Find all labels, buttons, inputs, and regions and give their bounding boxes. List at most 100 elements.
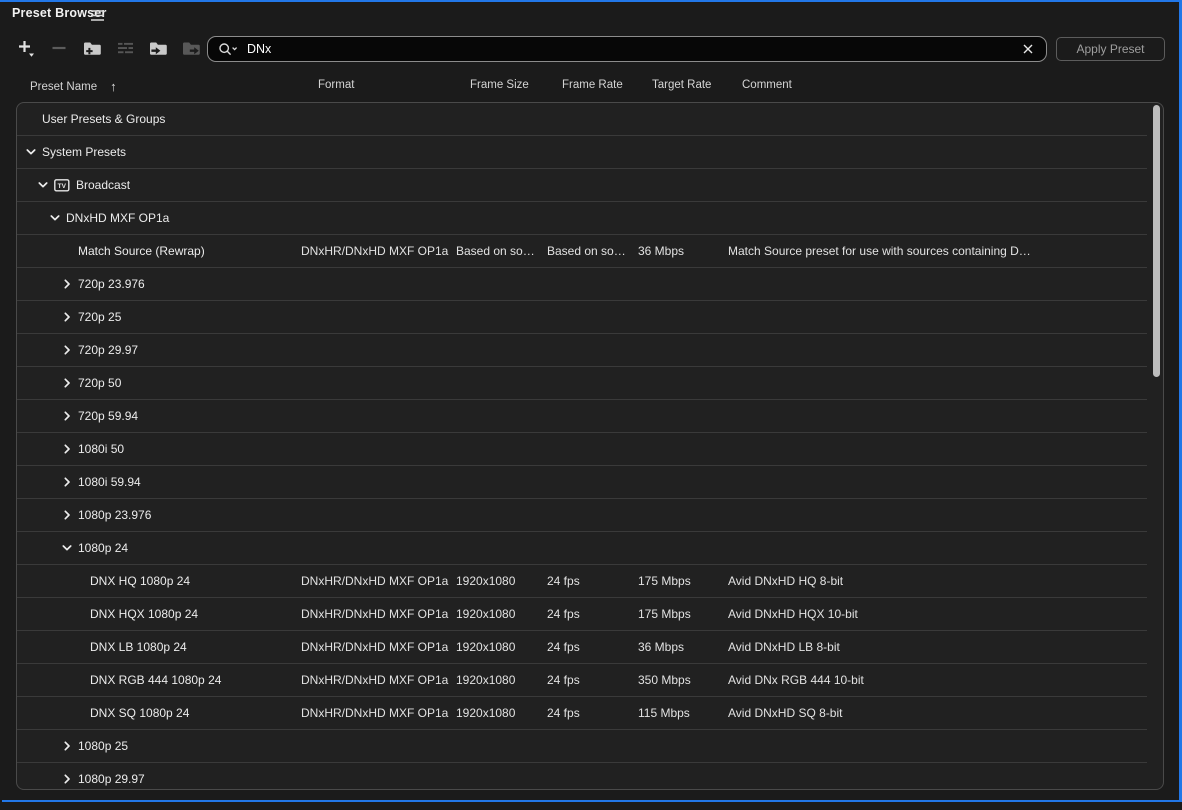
row-label: 1080p 23.976 [78, 508, 151, 522]
cell-target-rate: 175 Mbps [638, 598, 691, 630]
group-row[interactable]: 720p 23.976 [17, 268, 1147, 301]
column-header-format[interactable]: Format [318, 79, 354, 91]
clear-search-icon[interactable] [1020, 41, 1036, 57]
group-row[interactable]: 720p 59.94 [17, 400, 1147, 433]
group-row[interactable]: DNxHD MXF OP1a [17, 202, 1147, 235]
group-row[interactable]: TV Broadcast [17, 169, 1147, 202]
search-field[interactable] [207, 36, 1047, 62]
name-cell: 1080i 50 [17, 433, 1147, 465]
group-row[interactable]: System Presets [17, 136, 1147, 169]
scrollbar-thumb[interactable] [1153, 105, 1160, 377]
search-icon [218, 42, 240, 57]
group-row[interactable]: 1080p 29.97 [17, 763, 1147, 790]
row-label: 1080p 29.97 [78, 772, 145, 786]
name-cell: 1080p 29.97 [17, 763, 1147, 790]
name-cell: 720p 59.94 [17, 400, 1147, 432]
chevron-down-icon[interactable] [25, 146, 37, 158]
add-preset-icon[interactable] [16, 37, 36, 59]
indent-spacer [73, 641, 85, 653]
row-label: 1080i 59.94 [78, 475, 141, 489]
name-cell: DNX HQX 1080p 24 [17, 598, 1147, 630]
row-label: Broadcast [76, 178, 130, 192]
cell-frame-size: 1920x1080 [456, 565, 515, 597]
chevron-down-icon[interactable] [37, 179, 49, 191]
name-cell: DNX LB 1080p 24 [17, 631, 1147, 663]
column-header-frame-size[interactable]: Frame Size [470, 79, 529, 91]
panel-menu-icon[interactable] [90, 9, 106, 22]
preset-tree: User Presets & GroupsSystem Presets TV Bro… [16, 102, 1164, 790]
search-input[interactable] [247, 42, 1020, 56]
preset-row[interactable]: DNX HQ 1080p 24DNxHR/DNxHD MXF OP1a1920x… [17, 565, 1147, 598]
chevron-right-icon[interactable] [61, 773, 73, 785]
cell-frame-rate: 24 fps [547, 697, 580, 729]
group-row[interactable]: 720p 25 [17, 301, 1147, 334]
cell-frame-size: Based on so… [456, 235, 535, 267]
name-cell: 720p 23.976 [17, 268, 1147, 300]
new-preset-group-icon[interactable] [82, 37, 102, 59]
group-row[interactable]: 1080p 25 [17, 730, 1147, 763]
column-header-preset-name[interactable]: Preset Name ↑ [30, 79, 117, 94]
column-header-frame-rate[interactable]: Frame Rate [562, 79, 623, 91]
chevron-right-icon[interactable] [61, 443, 73, 455]
cell-target-rate: 350 Mbps [638, 664, 691, 696]
row-label: 720p 25 [78, 310, 121, 324]
cell-frame-rate: Based on so… [547, 235, 626, 267]
name-cell: DNxHD MXF OP1a [17, 202, 1147, 234]
cell-target-rate: 115 Mbps [638, 697, 690, 729]
column-headers: Preset Name ↑ Format Frame Size Frame Ra… [0, 79, 1182, 95]
chevron-right-icon[interactable] [61, 278, 73, 290]
group-row[interactable]: 1080p 24 [17, 532, 1147, 565]
chevron-right-icon[interactable] [61, 344, 73, 356]
group-row[interactable]: 1080i 50 [17, 433, 1147, 466]
group-row[interactable]: 720p 50 [17, 367, 1147, 400]
cell-comment: Avid DNxHD HQX 10-bit [728, 598, 858, 630]
indent-spacer [73, 707, 85, 719]
name-cell: User Presets & Groups [17, 103, 1147, 135]
apply-preset-button[interactable]: Apply Preset [1056, 37, 1165, 61]
cell-frame-size: 1920x1080 [456, 664, 515, 696]
preset-row[interactable]: DNX LB 1080p 24DNxHR/DNxHD MXF OP1a1920x… [17, 631, 1147, 664]
row-label: 720p 59.94 [78, 409, 138, 423]
preset-row[interactable]: DNX HQX 1080p 24DNxHR/DNxHD MXF OP1a1920… [17, 598, 1147, 631]
chevron-right-icon[interactable] [61, 410, 73, 422]
preset-row[interactable]: DNX SQ 1080p 24DNxHR/DNxHD MXF OP1a1920x… [17, 697, 1147, 730]
cell-target-rate: 36 Mbps [638, 631, 684, 663]
column-header-comment[interactable]: Comment [742, 79, 792, 91]
import-presets-icon[interactable] [148, 37, 168, 59]
chevron-right-icon[interactable] [61, 509, 73, 521]
remove-preset-icon[interactable] [49, 37, 69, 59]
cell-format: DNxHR/DNxHD MXF OP1a [301, 664, 448, 696]
chevron-down-icon[interactable] [49, 212, 61, 224]
toolbar [16, 37, 201, 59]
row-label: DNX HQX 1080p 24 [90, 607, 198, 621]
row-label: DNxHD MXF OP1a [66, 211, 169, 225]
group-row[interactable]: 1080i 59.94 [17, 466, 1147, 499]
name-cell: 1080i 59.94 [17, 466, 1147, 498]
column-header-target-rate[interactable]: Target Rate [652, 79, 711, 91]
cell-format: DNxHR/DNxHD MXF OP1a [301, 565, 448, 597]
chevron-right-icon[interactable] [61, 476, 73, 488]
chevron-right-icon[interactable] [61, 377, 73, 389]
name-cell: 1080p 23.976 [17, 499, 1147, 531]
svg-text:TV: TV [58, 183, 67, 190]
name-cell: 720p 29.97 [17, 334, 1147, 366]
cell-target-rate: 36 Mbps [638, 235, 684, 267]
row-label: 720p 29.97 [78, 343, 138, 357]
export-presets-icon[interactable] [181, 37, 201, 59]
chevron-right-icon[interactable] [61, 740, 73, 752]
group-row[interactable]: 720p 29.97 [17, 334, 1147, 367]
chevron-right-icon[interactable] [61, 311, 73, 323]
panel-focus-border-bottom [2, 800, 1182, 802]
panel-focus-border-top [0, 0, 1182, 2]
preset-row[interactable]: Match Source (Rewrap)DNxHR/DNxHD MXF OP1… [17, 235, 1147, 268]
chevron-down-icon[interactable] [61, 542, 73, 554]
preset-row[interactable]: DNX RGB 444 1080p 24DNxHR/DNxHD MXF OP1a… [17, 664, 1147, 697]
sort-ascending-icon[interactable]: ↑ [110, 79, 117, 94]
name-cell: DNX SQ 1080p 24 [17, 697, 1147, 729]
group-row[interactable]: User Presets & Groups [17, 103, 1147, 136]
indent-spacer [25, 113, 37, 125]
column-header-label: Preset Name [30, 81, 97, 93]
cell-format: DNxHR/DNxHD MXF OP1a [301, 697, 448, 729]
group-row[interactable]: 1080p 23.976 [17, 499, 1147, 532]
preset-settings-icon[interactable] [115, 37, 135, 59]
